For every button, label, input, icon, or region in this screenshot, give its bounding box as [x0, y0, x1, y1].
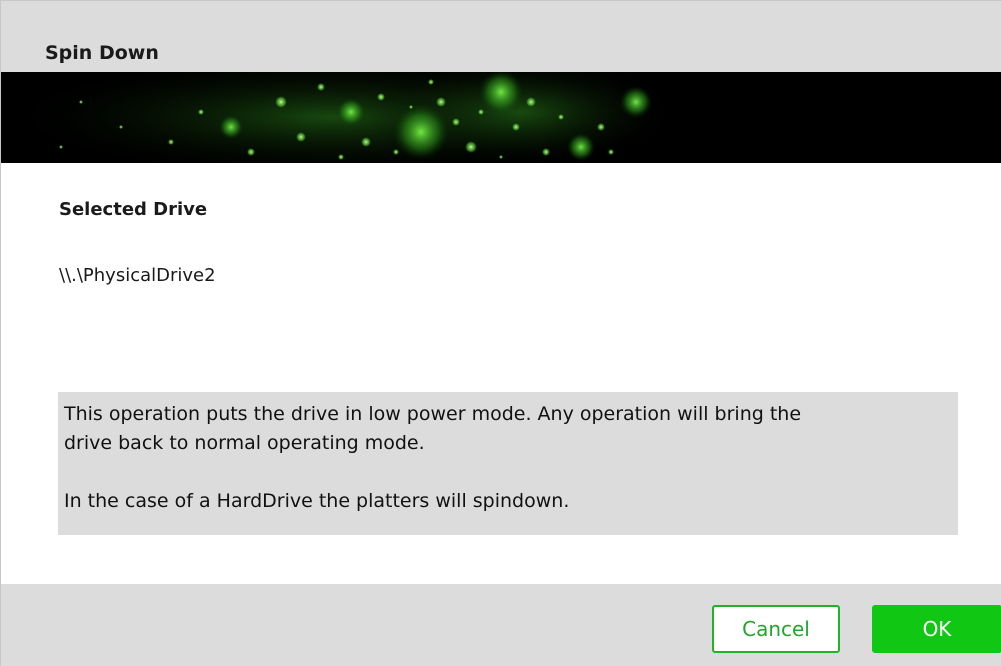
title-bar: Spin Down	[1, 1, 1001, 72]
ok-button[interactable]: OK	[872, 605, 1001, 653]
drive-path-value: \\.\PhysicalDrive2	[59, 265, 216, 286]
info-text-line: In the case of a HardDrive the platters …	[64, 490, 570, 512]
banner-image	[1, 72, 1001, 163]
info-message-box: This operation puts the drive in low pow…	[58, 392, 958, 535]
cancel-button[interactable]: Cancel	[712, 605, 840, 653]
info-text-line: drive back to normal operating mode.	[64, 432, 425, 454]
selected-drive-heading: Selected Drive	[59, 199, 208, 220]
dialog-footer	[1, 584, 1001, 666]
spin-down-dialog: Spin Down Selected Drive \\.\PhysicalDri…	[0, 0, 1001, 666]
banner-bokeh-graphic	[1, 72, 1001, 163]
info-text-line: This operation puts the drive in low pow…	[64, 403, 802, 425]
dialog-title: Spin Down	[45, 42, 159, 64]
